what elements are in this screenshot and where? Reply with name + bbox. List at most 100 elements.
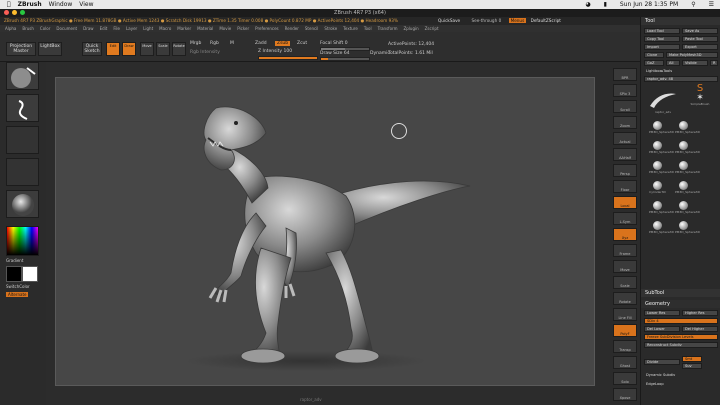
geometry-header[interactable]: Geometry [641,300,720,308]
shelf-spix-3-button[interactable]: SPix 3 [613,84,637,97]
menu-document[interactable]: Document [56,25,77,32]
menu-draw[interactable]: Draw [83,25,93,32]
shelf-xyz-button[interactable]: Xyz [613,228,637,241]
app-menu[interactable]: ZBrush [18,0,42,9]
apple-icon[interactable]:  [7,0,11,9]
rgb-toggle[interactable]: Rgb [210,41,219,46]
menu-stroke[interactable]: Stroke [324,25,337,32]
tool-thumb[interactable]: PM3D_Sphere3D [649,221,674,234]
shelf-scroll-button[interactable]: Scroll [613,100,637,113]
suv-toggle[interactable]: Suv [682,363,702,369]
shelf-solo-button[interactable]: Solo [613,372,637,385]
material-button[interactable] [6,190,39,218]
menu-alpha[interactable]: Alpha [5,25,16,32]
default-zscript-button[interactable]: DefaultZScript [531,18,561,23]
menu-material[interactable]: Material [197,25,213,32]
shelf-xpose-button[interactable]: Xpose [613,388,637,401]
rgb-intensity-slider[interactable]: Rgb Intensity [190,50,220,55]
brush-standard-button[interactable] [6,62,39,90]
goz-button[interactable]: GoZ [644,60,664,66]
copy-tool-button[interactable]: Copy Tool [644,36,680,42]
sdiv-slider[interactable]: SDiv 4 [644,318,718,324]
lightbox-button[interactable]: LightBox [38,42,62,56]
clone-button[interactable]: Clone [644,52,664,58]
menu-marker[interactable]: Marker [177,25,191,32]
search-icon[interactable]: ⚲ [691,0,695,9]
tool-thumb[interactable]: PM3D_Sphere3D [675,221,700,234]
tool-thumb[interactable]: PM3D_Sphere3D [675,181,700,194]
menu-tool[interactable]: Tool [364,25,372,32]
m-toggle[interactable]: M [230,41,234,46]
shelf-scale-button[interactable]: Scale [613,276,637,289]
zoom-icon[interactable] [20,10,25,15]
edit-button[interactable]: Edit [106,42,120,56]
menu-preferences[interactable]: Preferences [255,25,279,32]
main-color-swatch[interactable] [6,266,22,282]
divide-button[interactable]: Divide [644,359,680,365]
gradient-toggle[interactable]: Gradient [6,258,23,263]
menu-file[interactable]: File [113,25,120,32]
dynamic-subdiv-header[interactable]: Dynamic Subdiv [644,373,718,379]
tool-thumb[interactable]: PM3D_Sphere3D [675,141,700,154]
tool-thumb[interactable]: PM3D_Sphere3D [649,141,674,154]
tool-thumb[interactable]: PM3D_Sphere3D [675,201,700,214]
menu-color[interactable]: Color [40,25,50,32]
shelf-zoom-button[interactable]: Zoom [613,116,637,129]
zcut-toggle[interactable]: Zcut [297,41,307,46]
alpha-button[interactable] [6,126,39,154]
shelf-ghost-button[interactable]: Ghost [613,356,637,369]
subtool-header[interactable]: SubTool [641,289,720,297]
tool-thumb[interactable]: PM3D_Sphere3D [649,121,674,134]
battery-icon[interactable]: ▮ [604,0,607,9]
shelf-bpr-button[interactable]: BPR [613,68,637,81]
load-tool-button[interactable]: Load Tool [644,28,680,34]
shelf-floor-button[interactable]: Floor [613,180,637,193]
zsub-toggle[interactable]: Zsub [275,41,291,46]
tool-thumb[interactable]: PM3D_Sphere3D [649,201,674,214]
higher-res-button[interactable]: Higher Res [682,310,718,316]
projection-master-button[interactable]: Projection Master [6,42,36,56]
edgeloop-header[interactable]: EdgeLoop [644,382,718,388]
del-lower-button[interactable]: Del Lower [644,326,680,332]
paste-tool-button[interactable]: Paste Tool [682,36,718,42]
shelf-l-sym-button[interactable]: L.Sym [613,212,637,225]
menu-zplugin[interactable]: Zplugin [404,25,419,32]
rotate-button[interactable]: Rotate [172,42,186,56]
z-intensity-slider[interactable] [258,56,318,60]
secondary-color-swatch[interactable] [22,266,38,282]
menu-zscript[interactable]: Zscript [425,25,439,32]
move-button[interactable]: Move [140,42,154,56]
all-button[interactable]: All [666,60,680,66]
current-tool-label[interactable]: raptor_adv. 48 [644,76,718,82]
lower-res-button[interactable]: Lower Res [644,310,680,316]
del-higher-button[interactable]: Del Higher [682,326,718,332]
minimize-icon[interactable] [12,10,17,15]
shelf-frame-button[interactable]: Frame [613,244,637,257]
tool-thumb[interactable]: PM3D_Sphere3D [675,161,700,174]
list-icon[interactable]: ☰ [709,0,714,9]
make-polymesh-button[interactable]: Make PolyMesh3D [666,52,718,58]
window-menu[interactable]: Window [49,0,73,9]
save-as-button[interactable]: Save As [682,28,718,34]
shelf-local-button[interactable]: Local [613,196,637,209]
menu-render[interactable]: Render [285,25,299,32]
switch-color-button[interactable]: SwitchColor [6,284,30,289]
menus-toggle[interactable]: Menus [508,18,527,23]
menu-transform[interactable]: Transform [378,25,398,32]
texture-button[interactable] [6,158,39,186]
shelf-actual-button[interactable]: Actual [613,132,637,145]
dynamic-toggle[interactable]: Dynamic [370,51,390,56]
alternate-button[interactable]: Alternate [6,292,29,297]
quick-sketch-button[interactable]: Quick Sketch [82,42,102,56]
draw-size-slider[interactable] [320,57,370,61]
import-button[interactable]: Import [644,44,680,50]
shelf-polyf-button[interactable]: PolyF [613,324,637,337]
color-picker[interactable] [6,226,39,256]
shelf-persp-button[interactable]: Persp [613,164,637,177]
tool-thumb-simplebrush[interactable]: S ✶ SimpleBrush [687,84,713,106]
menu-texture[interactable]: Texture [343,25,358,32]
document-canvas[interactable] [55,77,595,386]
tool-thumb-raptor[interactable]: raptor_adv [646,88,680,114]
menu-movie[interactable]: Movie [219,25,231,32]
menu-layer[interactable]: Layer [126,25,137,32]
